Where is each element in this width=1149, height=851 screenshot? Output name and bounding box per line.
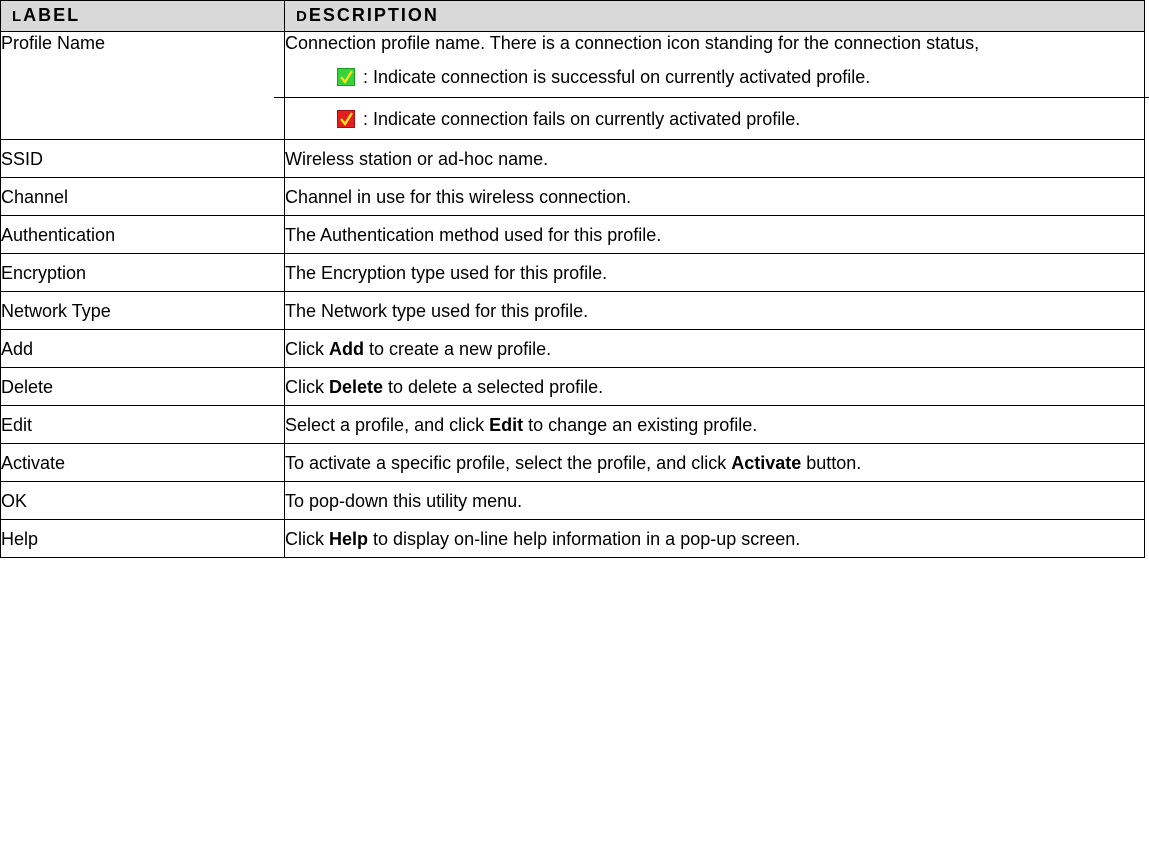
status-fail-text: : Indicate connection fails on currently…	[363, 108, 801, 129]
description-text: Select a profile, and click	[285, 414, 490, 435]
table-row: SSID Wireless station or ad-hoc name.	[0, 139, 1145, 178]
description-text: to display on-line help information in a…	[368, 528, 801, 549]
row-description: To activate a specific profile, select t…	[284, 443, 1145, 482]
description-text: to change an existing profile.	[523, 414, 758, 435]
row-description: Channel in use for this wireless connect…	[284, 177, 1145, 216]
row-description: Click Delete to delete a selected profil…	[284, 367, 1145, 406]
table-row: Activate To activate a specific profile, …	[0, 443, 1145, 482]
row-label: OK	[0, 481, 285, 520]
status-success-text: : Indicate connection is successful on c…	[363, 67, 871, 87]
table-row: Authentication The Authentication method …	[0, 215, 1145, 254]
profile-description-text: Connection profile name. There is a conn…	[285, 33, 980, 53]
description-emphasis: Add	[329, 338, 364, 359]
table-row: Help Click Help to display on-line help i…	[0, 519, 1145, 558]
table-row-profile-name: Profile Name Connection profile name. Th…	[0, 31, 1149, 140]
row-description: The Authentication method used for this …	[284, 215, 1145, 254]
row-description: Wireless station or ad-hoc name.	[284, 139, 1145, 178]
row-description: The Encryption type used for this profil…	[284, 253, 1145, 292]
description-text: button.	[801, 452, 862, 473]
description-emphasis: Help	[329, 528, 369, 549]
table-row: OK To pop-down this utility menu.	[0, 481, 1145, 520]
table-row: Delete Click Delete to delete a selected …	[0, 367, 1145, 406]
row-description: The Network type used for this profile.	[284, 291, 1145, 330]
row-description: Click Add to create a new profile.	[284, 329, 1145, 368]
row-description: Connection profile name. There is a conn…	[274, 31, 1149, 140]
description-text: Click	[285, 376, 329, 397]
row-label: Activate	[0, 443, 285, 482]
row-description: Click Help to display on-line help infor…	[284, 519, 1145, 558]
row-label: Add	[0, 329, 285, 368]
label-description-table: LABEL DESCRIPTION Profile Name Connectio…	[0, 0, 1149, 558]
table-row: Network Type The Network type used for th…	[0, 291, 1145, 330]
description-emphasis: Delete	[329, 376, 384, 397]
green-check-icon	[337, 68, 355, 86]
label-column-header: LABEL	[0, 0, 285, 32]
row-label: Encryption	[0, 253, 285, 292]
row-label: Channel	[0, 177, 285, 216]
row-description: To pop-down this utility menu.	[284, 481, 1145, 520]
description-text: To activate a specific profile, select t…	[285, 452, 732, 473]
red-check-icon	[337, 109, 355, 128]
row-label: Edit	[0, 405, 285, 444]
table-row: Channel Channel in use for this wireless …	[0, 177, 1145, 216]
row-description: Select a profile, and click Edit to chan…	[284, 405, 1145, 444]
description-text: to create a new profile.	[364, 338, 552, 359]
description-emphasis: Edit	[489, 414, 524, 435]
status-fail-line: : Indicate connection fails on currently…	[274, 97, 1149, 139]
description-text: to delete a selected profile.	[383, 376, 604, 397]
table-row: Add Click Add to create a new profile.	[0, 329, 1145, 368]
description-column-header: DESCRIPTION	[284, 0, 1145, 32]
row-label: Network Type	[0, 291, 285, 330]
row-label: Profile Name	[0, 31, 285, 140]
description-emphasis: Activate	[731, 452, 802, 473]
row-label: Authentication	[0, 215, 285, 254]
status-success-line: : Indicate connection is successful on c…	[274, 57, 1149, 97]
row-label: Help	[0, 519, 285, 558]
row-label: Delete	[0, 367, 285, 406]
table-header-row: LABEL DESCRIPTION	[0, 0, 1145, 32]
row-label: SSID	[0, 139, 285, 178]
table-row: Encryption The Encryption type used for t…	[0, 253, 1145, 292]
table-row: Edit Select a profile, and click Edit to …	[0, 405, 1145, 444]
description-text: Click	[285, 338, 329, 359]
description-text: Click	[285, 528, 329, 549]
